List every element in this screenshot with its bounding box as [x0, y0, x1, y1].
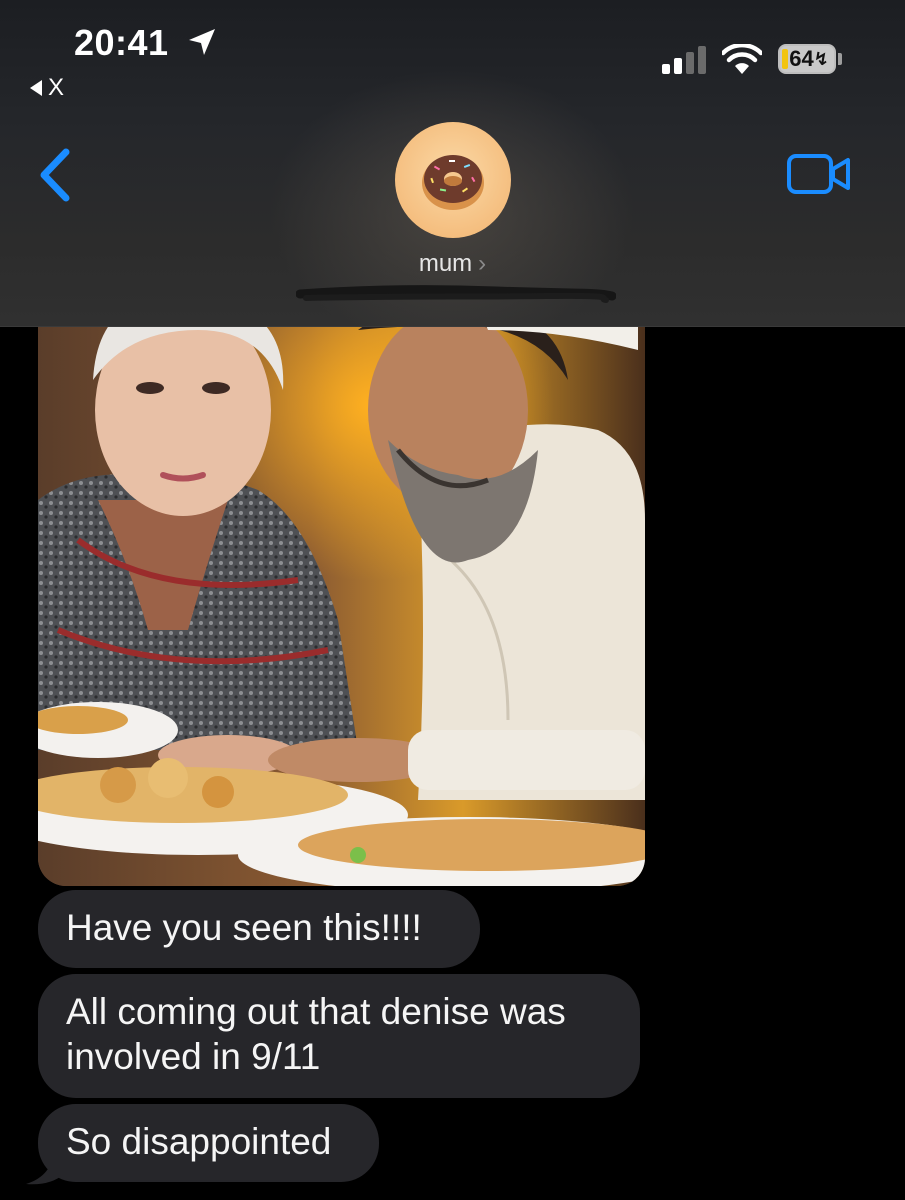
battery-tip: [838, 53, 842, 65]
battery-level-fill: [782, 49, 788, 69]
contact-avatar[interactable]: [395, 122, 511, 238]
message-bubble[interactable]: All coming out that denise was involved …: [38, 974, 640, 1098]
chevron-right-icon: ›: [478, 250, 487, 277]
message-bubble[interactable]: Have you seen this!!!!: [38, 890, 480, 968]
redaction-scribble: [296, 285, 616, 303]
message-bubble[interactable]: So disappointed: [38, 1104, 379, 1182]
message-text-line: Have you seen this!!!!: [66, 907, 422, 948]
signal-bars-icon: [662, 46, 706, 74]
wifi-icon: [722, 44, 762, 74]
message-text-line: All coming out that denise was: [66, 991, 566, 1032]
location-arrow-icon: [189, 29, 215, 55]
battery-percentage: 64: [789, 46, 814, 71]
facetime-video-icon[interactable]: [786, 152, 852, 196]
status-time: 20:41: [74, 22, 169, 63]
back-app-label: X: [48, 74, 65, 101]
conversation-header: 20:41 X 64 ↯ mum ›: [0, 0, 905, 327]
chevron-left-icon[interactable]: [36, 148, 76, 202]
bubble-tail: [26, 1150, 64, 1185]
contact-name-button[interactable]: mum ›: [0, 250, 905, 278]
message-text-line: So disappointed: [66, 1121, 332, 1162]
image-message[interactable]: [38, 300, 645, 886]
battery-icon: 64 ↯: [778, 44, 836, 74]
back-triangle-icon: [30, 80, 42, 96]
photo-illustration: [38, 300, 645, 886]
back-to-app-link[interactable]: X: [30, 74, 64, 102]
donut-icon: [422, 155, 484, 210]
message-text-line: involved in 9/11: [66, 1036, 321, 1077]
contact-name: mum: [418, 250, 473, 277]
